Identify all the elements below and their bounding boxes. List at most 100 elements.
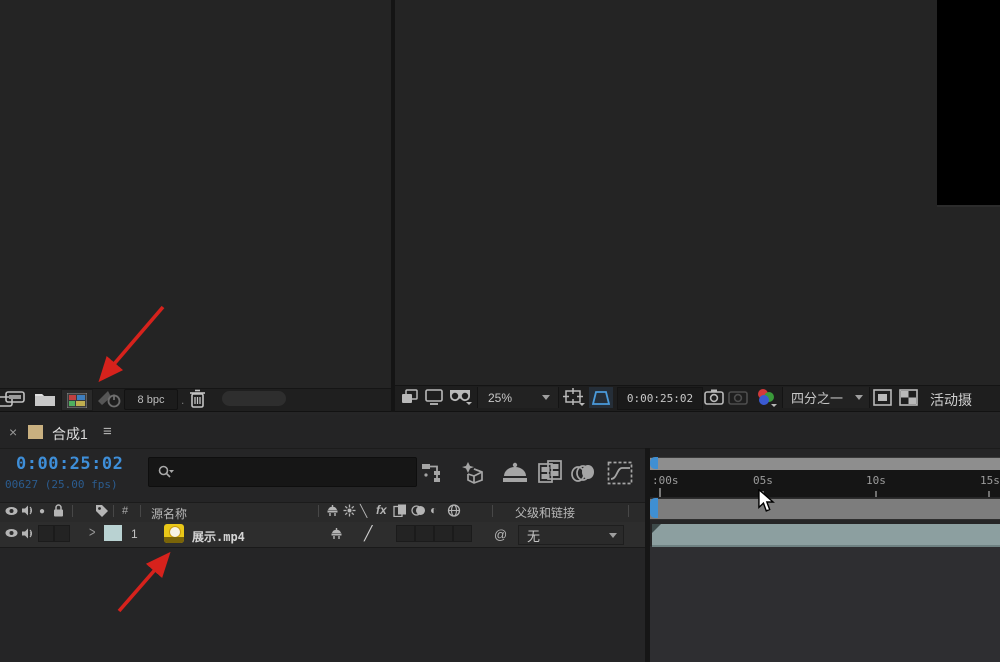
header-divider — [492, 505, 493, 517]
chevron-down-icon — [855, 395, 863, 400]
ruler-tick — [875, 491, 877, 497]
magnification-dropdown[interactable]: 25% — [477, 387, 559, 408]
layer-eye-icon[interactable] — [5, 528, 18, 538]
project-scrollbar-thumb[interactable] — [222, 391, 286, 406]
adjustment-layer-column-icon[interactable]: ◐ — [430, 503, 437, 517]
search-input[interactable] — [180, 464, 410, 480]
header-divider — [72, 505, 73, 517]
current-timecode[interactable]: 0:00:25:02 — [16, 454, 123, 474]
shy-column-icon[interactable] — [326, 504, 339, 517]
solo-column-icon[interactable]: ● — [39, 506, 45, 517]
audio-column-speaker-icon[interactable] — [21, 504, 34, 517]
checkerboard-icon[interactable] — [899, 389, 918, 406]
source-name-column-label[interactable]: 源名称 — [151, 505, 187, 522]
time-ruler[interactable] — [650, 470, 1000, 497]
parent-link-column-label[interactable]: 父级和链接 — [515, 504, 575, 521]
ruler-tick-label: :00s — [652, 474, 679, 487]
ruler-tick-label: 15s — [980, 474, 1000, 487]
magnification-value: 25% — [488, 390, 513, 405]
hide-shy-layers-icon[interactable] — [501, 462, 529, 484]
frame-blending-icon[interactable] — [537, 460, 563, 485]
graph-editor-icon[interactable] — [607, 461, 633, 485]
close-icon[interactable]: × — [9, 424, 17, 440]
color-depth-label: 8 bpc — [137, 393, 165, 406]
draft-3d-icon[interactable] — [460, 460, 488, 486]
motion-blur-column-icon[interactable] — [411, 504, 426, 517]
layer-shy-switch[interactable] — [330, 527, 343, 540]
frame-blend-column-icon[interactable] — [393, 504, 407, 517]
parent-value: 无 — [527, 528, 541, 544]
layer-in-point-notch — [652, 524, 661, 533]
index-column-label[interactable]: # — [122, 505, 128, 517]
trash-icon[interactable] — [189, 389, 206, 408]
resolution-dropdown[interactable]: 四分之一 — [782, 387, 870, 408]
show-snapshot-icon[interactable] — [728, 389, 748, 405]
footage-item-icon[interactable] — [61, 389, 93, 411]
layer-motion-blur-box[interactable] — [434, 525, 453, 542]
timeline-tab-title[interactable]: 合成1 — [52, 424, 88, 444]
header-divider — [318, 505, 319, 517]
roi-icon[interactable] — [563, 388, 585, 407]
ruler-tick-label: 10s — [866, 474, 886, 487]
composition-frame — [937, 0, 1000, 207]
timeline-tab-bar — [0, 415, 1000, 449]
layer-name[interactable]: 展示.mp4 — [192, 528, 245, 545]
stereo-3d-icon[interactable] — [448, 389, 472, 406]
composition-viewer-panel — [395, 0, 1000, 412]
layer-fx-box[interactable] — [396, 525, 415, 542]
quality-column-icon[interactable]: ╲ — [360, 504, 367, 518]
layer-3d-box[interactable] — [453, 525, 472, 542]
label-column-tag-icon[interactable] — [95, 504, 109, 517]
preview-timecode: 0:00:25:02 — [626, 392, 694, 405]
parent-dropdown[interactable]: 无 — [518, 525, 624, 545]
lock-column-icon[interactable] — [53, 504, 64, 517]
project-panel — [0, 0, 391, 412]
layer-solo-box[interactable] — [38, 525, 54, 542]
snapshot-icon[interactable] — [704, 389, 724, 405]
layer-quality-switch[interactable]: ╱ — [364, 525, 372, 542]
transparency-grid-toggle-icon[interactable] — [589, 387, 613, 408]
chevron-down-icon — [609, 532, 617, 538]
monitor-icon[interactable] — [425, 389, 443, 405]
collapse-transformations-column-icon[interactable] — [343, 504, 356, 517]
media-thumbnail-icon[interactable] — [164, 524, 184, 543]
3d-layer-column-icon[interactable] — [447, 504, 461, 517]
region-of-interest-icon[interactable] — [873, 389, 892, 406]
search-box[interactable] — [148, 457, 417, 487]
preview-timecode-box[interactable]: 0:00:25:02 — [617, 387, 703, 410]
layer-expand-arrow[interactable]: > — [89, 525, 95, 541]
layer-audio-icon[interactable] — [21, 527, 34, 540]
always-preview-icon[interactable] — [401, 389, 418, 405]
pickwhip-icon[interactable]: @ — [494, 527, 507, 542]
color-depth-button[interactable]: 8 bpc — [124, 389, 178, 410]
frame-info: 00627 (25.00 fps) — [5, 478, 118, 491]
mini-flowchart-icon[interactable] — [421, 462, 445, 484]
comp-tab-icon — [28, 425, 43, 439]
fx-column-icon[interactable]: fx — [376, 503, 387, 517]
header-divider — [628, 505, 629, 517]
layer-frame-blend-box[interactable] — [415, 525, 434, 542]
navigator-start-handle[interactable] — [650, 457, 658, 469]
channels-icon[interactable] — [754, 388, 778, 408]
camera-view-label[interactable]: 活动摄 — [930, 390, 972, 410]
panel-menu-icon[interactable]: ≡ — [103, 423, 112, 440]
layer-number: 1 — [131, 527, 138, 541]
new-folder-icon[interactable] — [34, 391, 56, 407]
layer-label-swatch[interactable] — [104, 525, 122, 541]
depth-dot: . — [181, 393, 185, 407]
resolution-value: 四分之一 — [791, 391, 844, 406]
project-flowchart-icon[interactable] — [0, 391, 30, 407]
motion-blur-icon[interactable] — [570, 462, 596, 484]
video-column-eye-icon[interactable] — [5, 506, 18, 516]
work-area-bar[interactable] — [650, 498, 1000, 520]
interpret-footage-icon[interactable] — [96, 389, 122, 408]
layer-lock-box[interactable] — [54, 525, 70, 542]
ruler-tick — [659, 488, 661, 497]
chevron-down-icon — [542, 395, 550, 400]
current-time-indicator[interactable] — [650, 498, 658, 518]
header-divider — [113, 505, 114, 517]
ruler-tick-label: 05s — [753, 474, 773, 487]
timeline-graph-area — [650, 546, 1000, 662]
layer-duration-bar[interactable] — [652, 524, 1000, 547]
time-navigator-bar[interactable] — [650, 457, 1000, 471]
